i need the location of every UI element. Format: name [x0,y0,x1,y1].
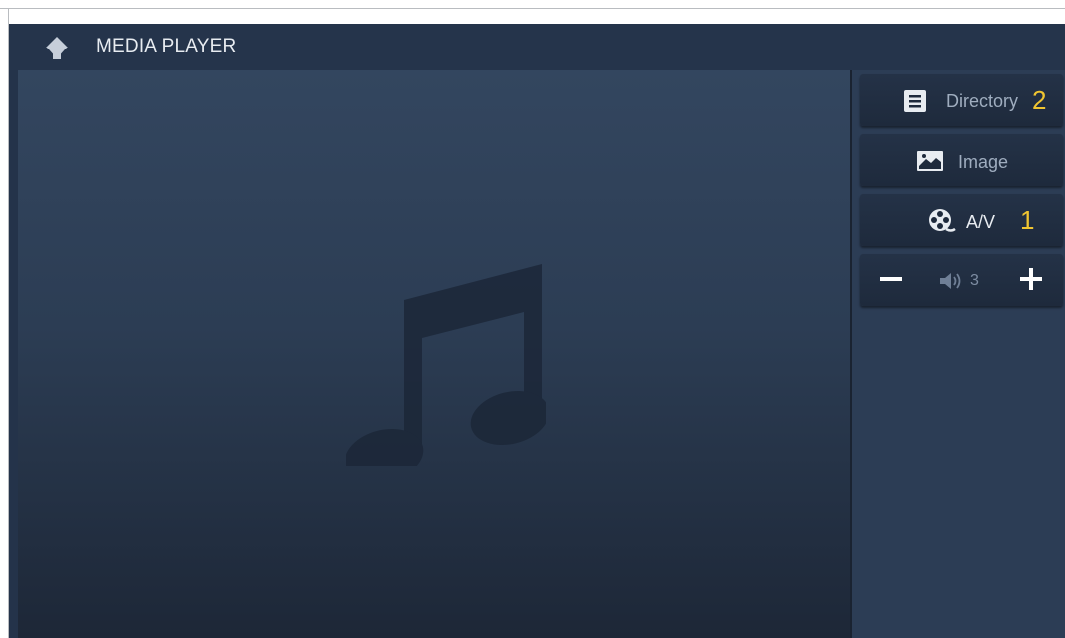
volume-up-button[interactable] [1016,264,1046,294]
speaker-icon [940,273,961,289]
page-title: MEDIA PLAYER [96,36,237,57]
directory-button[interactable]: Directory 2 [860,74,1063,126]
list-icon [904,90,926,112]
av-button[interactable]: A/V 1 [860,194,1063,246]
back-arrow-icon [46,37,68,59]
image-label: Image [958,152,1009,172]
window-frame-top [0,8,1065,9]
music-note-icon [346,264,546,466]
directory-label: Directory [946,91,1019,111]
media-player-app: MEDIA PLAYER Directory 2 Image A/V 1 3 [9,24,1065,638]
av-badge: 1 [1020,205,1035,235]
volume-level: 3 [970,272,979,289]
image-icon [917,151,943,171]
plus-icon [1020,268,1042,290]
image-button[interactable]: Image [860,134,1063,186]
header-bar: MEDIA PLAYER [9,24,1065,70]
film-reel-icon [929,209,956,232]
media-display-area [18,70,850,638]
volume-control: 3 [860,254,1063,306]
av-label: A/V [966,212,996,232]
back-button[interactable] [43,36,71,60]
directory-badge: 2 [1032,85,1047,115]
minus-icon [880,277,902,281]
volume-down-button[interactable] [876,264,906,294]
control-sidebar: Directory 2 Image A/V 1 3 [852,70,1065,638]
